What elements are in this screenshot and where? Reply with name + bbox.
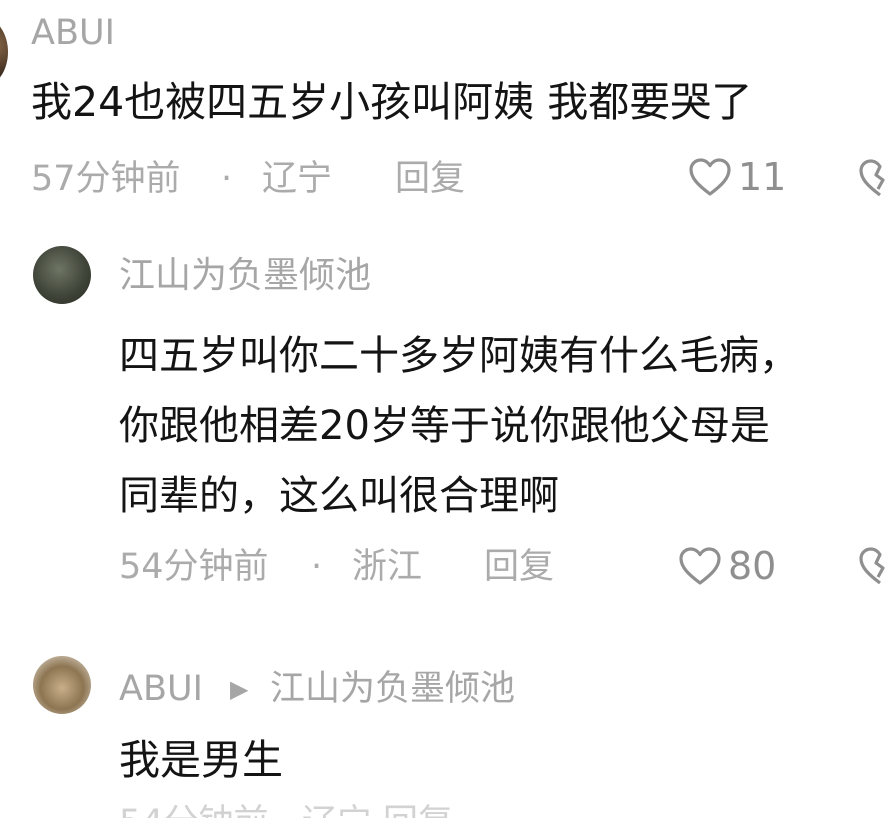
like-button[interactable]: 80 (678, 546, 776, 586)
heart-outline-icon (678, 546, 722, 586)
comment-time: 57分钟前 (31, 159, 181, 199)
like-count: 11 (738, 155, 787, 199)
avatar[interactable] (0, 18, 8, 86)
comment-region: 辽宁 (262, 159, 333, 199)
avatar[interactable] (33, 246, 91, 304)
reply-arrow-icon: ▶ (230, 675, 249, 703)
avatar[interactable] (33, 656, 91, 714)
like-button[interactable]: 11 (688, 157, 786, 197)
dislike-button[interactable] (858, 546, 891, 590)
comment-username[interactable]: ABUI (119, 672, 203, 707)
broken-heart-icon (858, 159, 891, 202)
comment-meta-partial: 54分钟前 · 辽宁 回复 (119, 806, 453, 818)
comment-text: 我24也被四五岁小孩叫阿姨 我都要哭了 (31, 78, 753, 126)
meta-separator: · (221, 159, 233, 199)
comment-text-line: 同辈的，这么叫很合理啊 (119, 473, 559, 519)
reply-button[interactable]: 回复 (395, 162, 465, 197)
reply-button[interactable]: 回复 (484, 550, 554, 585)
meta-separator: · (311, 547, 323, 587)
comment-time: 54分钟前 (119, 547, 269, 587)
comment-username[interactable]: 江山为负墨倾池 (119, 258, 371, 294)
heart-outline-icon (688, 157, 732, 197)
broken-heart-icon (858, 547, 891, 590)
comment-thread: ABUI 我24也被四五岁小孩叫阿姨 我都要哭了 57分钟前 · 辽宁 回复 1… (0, 0, 891, 818)
like-count: 80 (728, 544, 777, 588)
comment-text: 我是男生 (119, 736, 283, 784)
comment-username[interactable]: ABUI (31, 16, 115, 51)
comment-text-line: 四五岁叫你二十多岁阿姨有什么毛病， (119, 333, 799, 379)
dislike-button[interactable] (858, 158, 891, 202)
comment-region: 浙江 (352, 547, 423, 587)
comment-text-line: 你跟他相差20岁等于说你跟他父母是 (119, 403, 770, 449)
reply-target-username[interactable]: 江山为负墨倾池 (270, 672, 515, 707)
